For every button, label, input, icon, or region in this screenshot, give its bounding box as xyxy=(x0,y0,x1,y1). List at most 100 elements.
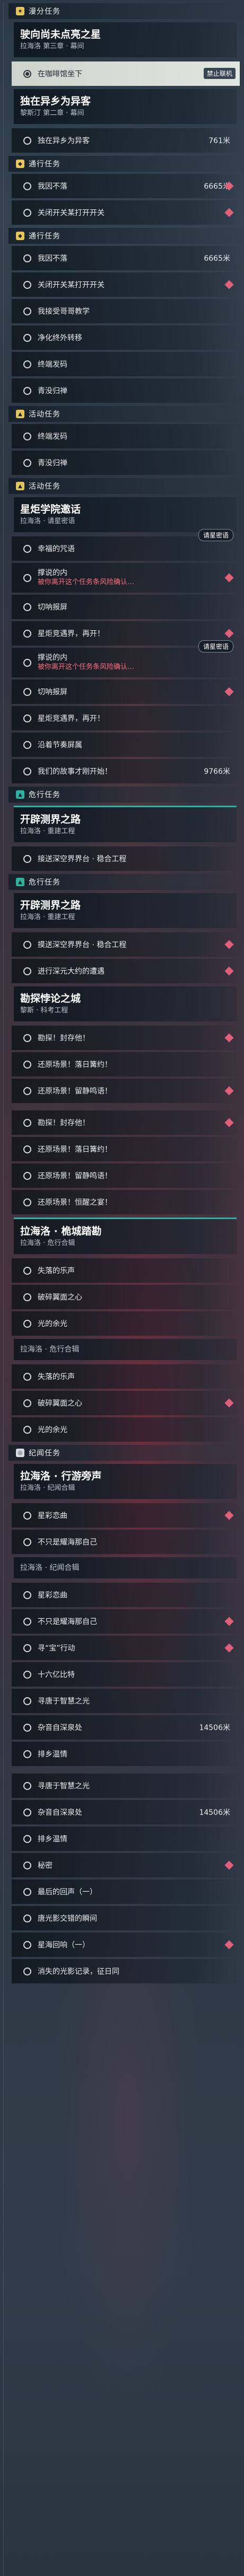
quest-card[interactable]: 拉海洛 · 行游旁声 拉海洛 · 纪闻合辑 xyxy=(14,1464,237,1499)
invite-badge[interactable]: 请星密语 xyxy=(198,640,233,652)
objective-row[interactable]: 我接受哥哥教学 xyxy=(12,299,240,323)
objective-row[interactable]: 星彩恋曲 xyxy=(12,1503,240,1528)
objective-row[interactable]: 唐光影交错的瞬间 xyxy=(12,1906,240,1930)
quest-card[interactable]: 星炬学院邀话 拉海洛 · 请星密语 xyxy=(14,497,237,532)
objective-row[interactable]: 排乡温情 xyxy=(12,1742,240,1766)
objective-row[interactable]: 破碎翼面之心 xyxy=(12,1285,240,1309)
objective-row[interactable]: 还原场景！落日篝约！ xyxy=(12,1137,240,1161)
category-header[interactable]: ▲ 危行任务 xyxy=(8,787,244,802)
objective-row[interactable]: 杂音自深泉处 14506米 xyxy=(12,1715,240,1740)
objective-radio-icon xyxy=(23,740,31,749)
objective-radio-icon xyxy=(23,1425,31,1434)
objective-text: 我因不落 xyxy=(38,182,67,191)
objective-radio-icon xyxy=(23,1293,31,1301)
category-header[interactable]: ▲ 活动任务 xyxy=(8,406,244,422)
quest-card[interactable]: 开辟测界之路 拉海洛 · 重建工程 xyxy=(14,806,237,842)
objective-row[interactable]: 秘密 xyxy=(12,1853,240,1877)
objective-text: 光的余光 xyxy=(38,1320,67,1328)
objective-row[interactable]: 光的余光 xyxy=(12,1417,240,1442)
invite-badge[interactable]: 请星密语 xyxy=(198,529,233,541)
objective-row[interactable]: 撑说的内 被你离开这个任务条风险确认… xyxy=(12,563,240,593)
objective-row[interactable]: 星彩恋曲 xyxy=(12,1583,240,1607)
objective-row[interactable]: 消失的光影记录，征日同 xyxy=(12,1959,240,1983)
category-header[interactable]: ▲ 危行任务 xyxy=(8,874,244,890)
objective-row[interactable]: 星炬竞遇界，再开！ xyxy=(12,706,240,730)
objective-text-block: 撑说的内 被你离开这个任务条风险确认… xyxy=(38,653,230,672)
objective-row[interactable]: 我因不落 6665米 xyxy=(12,174,240,198)
category-title: 危行任务 xyxy=(29,791,60,799)
objective-row[interactable]: 勘探！封存他！ xyxy=(12,1026,240,1050)
category-header[interactable]: ◆ 通行任务 xyxy=(8,156,244,172)
quest-subtitle: 拉海洛 · 请星密语 xyxy=(20,517,75,525)
objective-row[interactable]: 切呐报屏 xyxy=(12,680,240,704)
objective-row[interactable]: 撑说的内 被你离开这个任务条风险确认… 请星密语 xyxy=(12,640,240,677)
objective-distance: 9766米 xyxy=(204,767,230,776)
objective-text: 杂音自深泉处 xyxy=(38,1809,82,1817)
objective-row[interactable]: 十六亿比特 xyxy=(12,1662,240,1687)
category-title: 漫分任务 xyxy=(29,7,60,16)
objective-row[interactable]: 不只是耀海那自己 xyxy=(12,1609,240,1634)
objective-row[interactable]: 独在异乡为异客 761米 xyxy=(12,128,240,153)
quest-subtitle: 拉海洛 · 纪闻合辑 xyxy=(20,1484,75,1492)
objective-row[interactable]: 寻“宝”行动 xyxy=(12,1636,240,1660)
objective-row[interactable]: 在咖啡馆坐下 禁止联机 xyxy=(12,61,240,86)
objective-text: 寻唐于智慧之光 xyxy=(38,1697,90,1706)
objective-row[interactable]: 我因不落 6665米 xyxy=(12,246,240,270)
quest-card[interactable]: 拉海洛 · 桅城踏勘 拉海洛 · 危行合辑 xyxy=(14,1218,237,1254)
objective-row[interactable]: 还原场景！恒醒之宴！ xyxy=(12,1190,240,1214)
quest-card[interactable]: 勘探悖论之城 黎斯 · 科考工程 xyxy=(14,986,237,1021)
objective-text: 终端发码 xyxy=(38,360,67,369)
quest-card[interactable]: 独在异乡为异客 黎斯汀 第二章 · 幕间 xyxy=(14,89,237,124)
objective-row[interactable]: 还原场景！留静鸣语！ xyxy=(12,1163,240,1188)
diamond-icon: ◆ xyxy=(16,232,24,240)
objective-text: 幸福的咒语 xyxy=(38,545,75,553)
objective-text: 还原场景！恒醒之宴！ xyxy=(38,1198,112,1207)
objective-text: 还原场景！落日篝约！ xyxy=(38,1145,112,1154)
objective-row[interactable]: 接送深空界界台 · 稳合工程 xyxy=(12,846,240,871)
objective-radio-icon xyxy=(23,1781,31,1790)
objective-row[interactable]: 进行深元大约的遭遇 xyxy=(12,959,240,983)
objective-row[interactable]: 关闭开关某打开开关 xyxy=(12,272,240,297)
objective-row[interactable]: 勘探！封存他！ xyxy=(12,1110,240,1135)
objective-row[interactable]: 净化终外转移 xyxy=(12,325,240,350)
objective-row[interactable]: 寻唐于智慧之光 xyxy=(12,1774,240,1798)
objective-row[interactable]: 还原场景！留静鸣语！ xyxy=(12,1079,240,1103)
objective-row[interactable]: 不只是耀海那自己 xyxy=(12,1530,240,1554)
quest-group-header[interactable]: 拉海洛 · 危行合辑 xyxy=(14,1339,237,1360)
objective-row[interactable]: 光的余光 xyxy=(12,1311,240,1336)
objective-row[interactable]: 终端发码 xyxy=(12,352,240,376)
quest-group-header[interactable]: 拉海洛 · 纪闻合辑 xyxy=(14,1557,237,1578)
diamond-icon: ◆ xyxy=(16,160,24,168)
quest-subtitle: 黎斯汀 第二章 · 幕间 xyxy=(20,109,84,117)
objective-row[interactable]: 破碎翼面之心 xyxy=(12,1391,240,1415)
quest-subtitle: 拉海洛 · 重建工程 xyxy=(20,827,75,835)
objective-row[interactable]: 排乡温情 xyxy=(12,1827,240,1851)
objective-row[interactable]: 终端发码 xyxy=(12,424,240,448)
objective-row[interactable]: 沿着节奏屏属 xyxy=(12,733,240,757)
quest-card[interactable]: 开辟测界之路 拉海洛 · 重建工程 xyxy=(14,893,237,928)
objective-row[interactable]: 摸送深空界界台 · 稳合工程 xyxy=(12,932,240,957)
category-header[interactable]: ◆ 通行任务 xyxy=(8,228,244,244)
objective-row[interactable]: 失落的乐声 xyxy=(12,1364,240,1389)
objective-radio-icon xyxy=(23,1171,31,1180)
quest-card[interactable]: 驶向尚未点亮之星 拉海洛 第三章 · 幕间 xyxy=(14,22,237,57)
objective-radio-icon xyxy=(23,458,31,467)
category-header[interactable]: ★ 漫分任务 xyxy=(8,3,244,19)
category-header[interactable]: ▲ 活动任务 xyxy=(8,478,244,494)
objective-row[interactable]: 幸福的咒语 请星密语 xyxy=(12,529,240,561)
objective-row[interactable]: 寻唐于智慧之光 xyxy=(12,1689,240,1713)
objective-row[interactable]: 关闭开关某打开开关 xyxy=(12,200,240,225)
objective-row[interactable]: 青没归禅 xyxy=(12,378,240,403)
objective-row[interactable]: 切呐报屏 xyxy=(12,595,240,619)
category-header[interactable]: ◎ 纪闻任务 xyxy=(8,1445,244,1461)
objective-radio-icon xyxy=(23,254,31,262)
objective-row[interactable]: 星海回响（一） xyxy=(12,1933,240,1957)
objective-row[interactable]: 还原场景！落日篝约！ xyxy=(12,1052,240,1077)
objective-text: 杂音自深泉处 xyxy=(38,1724,82,1732)
objective-row[interactable]: 失落的乐声 xyxy=(12,1258,240,1283)
objective-radio-icon xyxy=(23,544,31,553)
objective-row[interactable]: 我们的故事才刚开始！ 9766米 xyxy=(12,759,240,783)
objective-row[interactable]: 最后的回声（一） xyxy=(12,1880,240,1904)
objective-row[interactable]: 青没归禅 xyxy=(12,451,240,475)
objective-row[interactable]: 杂音自深泉处 14506米 xyxy=(12,1800,240,1824)
